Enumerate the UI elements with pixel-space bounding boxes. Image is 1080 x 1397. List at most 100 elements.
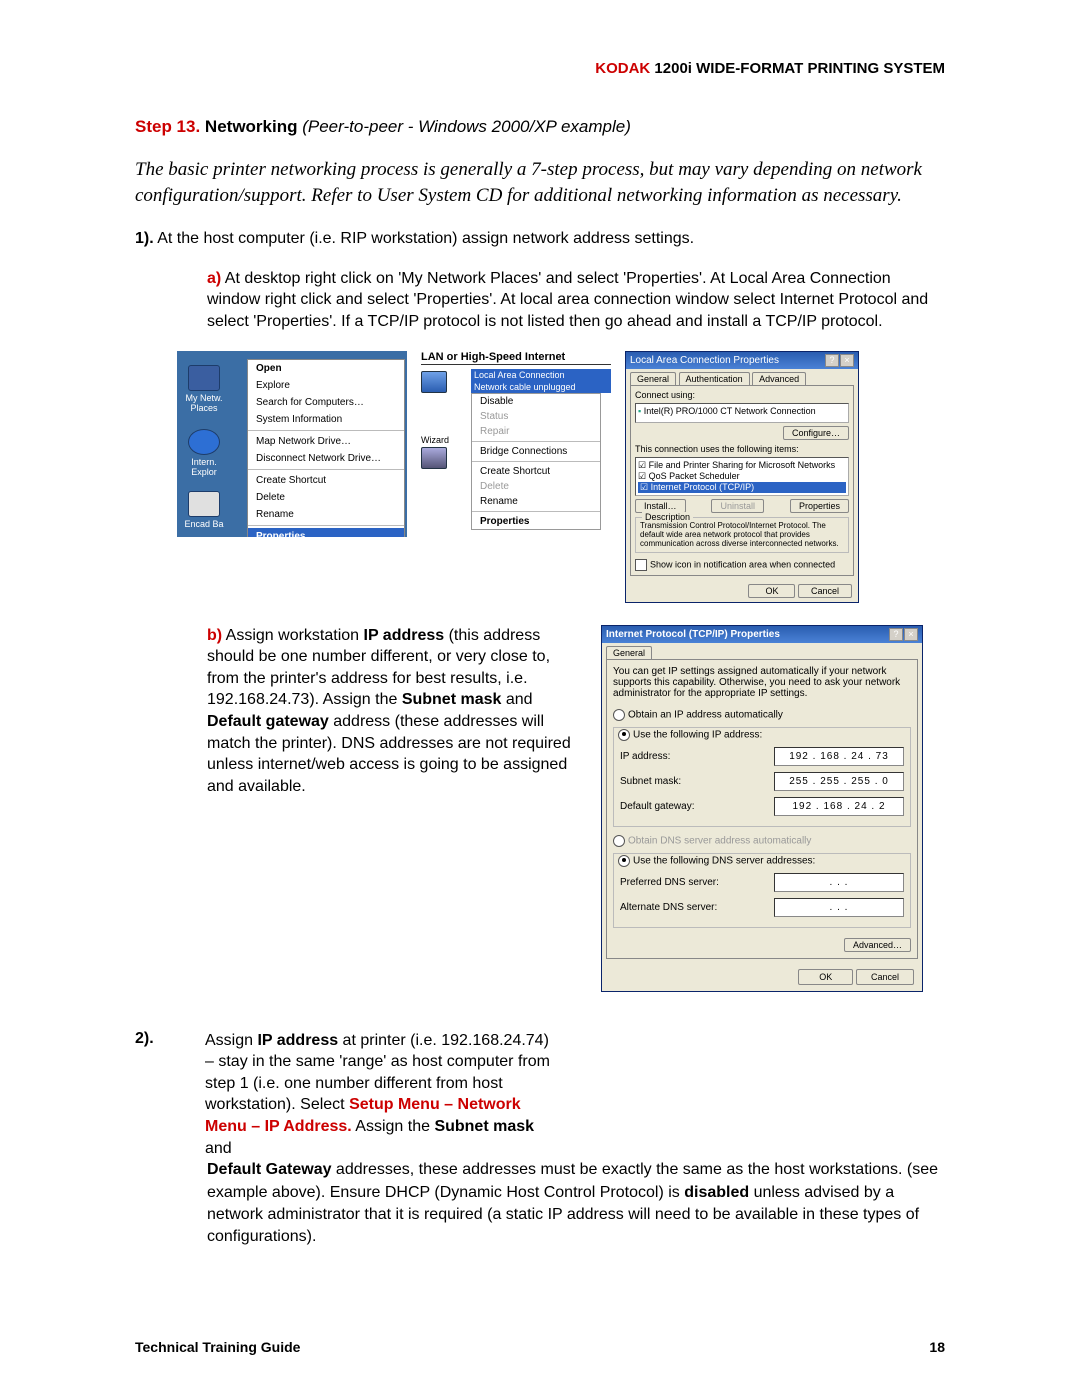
close-button[interactable]: × bbox=[904, 628, 918, 641]
radio-icon bbox=[613, 835, 625, 847]
menu-item[interactable]: Rename bbox=[472, 494, 600, 509]
menu-item[interactable]: Explore bbox=[248, 377, 404, 394]
radio-label: Use the following DNS server addresses: bbox=[633, 855, 815, 866]
show-icon-row[interactable]: Show icon in notification area when conn… bbox=[635, 559, 849, 571]
close-button[interactable]: × bbox=[840, 354, 854, 367]
menu-item[interactable]: Delete bbox=[248, 489, 404, 506]
list-item[interactable]: ☑ File and Printer Sharing for Microsoft… bbox=[638, 460, 846, 471]
subnet-input[interactable]: 255 . 255 . 255 . 0 bbox=[774, 772, 904, 791]
menu-item[interactable]: Disconnect Network Drive… bbox=[248, 450, 404, 467]
radio-icon[interactable] bbox=[613, 709, 625, 721]
uninstall-button[interactable]: Uninstall bbox=[711, 499, 764, 513]
dialog-body: Connect using: ▪ Intel(R) PRO/1000 CT Ne… bbox=[630, 385, 854, 576]
text-bold: Subnet mask bbox=[402, 691, 502, 708]
adapter-box: ▪ Intel(R) PRO/1000 CT Network Connectio… bbox=[635, 403, 849, 423]
alt-dns-label: Alternate DNS server: bbox=[620, 902, 774, 913]
step-1a-text: At desktop right click on 'My Network Pl… bbox=[207, 270, 928, 330]
menu-item[interactable]: Rename bbox=[248, 506, 404, 523]
pref-dns-input[interactable]: . . . bbox=[774, 873, 904, 892]
tab-authentication[interactable]: Authentication bbox=[679, 372, 750, 385]
step-1b: b) Assign workstation IP address (this a… bbox=[207, 625, 577, 798]
radio-auto-dns: Obtain DNS server address automatically bbox=[613, 835, 911, 847]
radio-auto-ip[interactable]: Obtain an IP address automatically bbox=[613, 709, 911, 721]
properties-button[interactable]: Properties bbox=[790, 499, 849, 513]
header-rest: 1200i WIDE-FORMAT PRINTING SYSTEM bbox=[650, 60, 945, 77]
list-item[interactable]: ☑ QoS Packet Scheduler bbox=[638, 471, 846, 482]
radio-icon[interactable] bbox=[618, 855, 630, 867]
menu-item[interactable]: Create Shortcut bbox=[248, 472, 404, 489]
gateway-label: Default gateway: bbox=[620, 801, 774, 812]
menu-item[interactable]: System Information bbox=[248, 411, 404, 428]
menu-item[interactable]: Create Shortcut bbox=[472, 464, 600, 479]
tab-advanced[interactable]: Advanced bbox=[752, 372, 806, 385]
tab-general[interactable]: General bbox=[606, 646, 652, 659]
radio-manual-dns[interactable]: Use the following DNS server addresses: bbox=[618, 855, 906, 867]
icon-label: My Netw. Places bbox=[185, 393, 222, 413]
menu-item[interactable]: Search for Computers… bbox=[248, 394, 404, 411]
internet-explorer-icon: Intern. Explor bbox=[179, 429, 229, 477]
window-buttons: ? × bbox=[825, 354, 854, 367]
menu-item[interactable]: Properties bbox=[248, 528, 404, 537]
install-button[interactable]: Install… bbox=[635, 499, 686, 513]
encad-glyph bbox=[188, 491, 220, 517]
context-menu: OpenExploreSearch for Computers…System I… bbox=[247, 359, 405, 537]
advanced-button[interactable]: Advanced… bbox=[844, 938, 911, 952]
ok-button[interactable]: OK bbox=[798, 969, 853, 985]
my-network-places-icon: My Netw. Places bbox=[179, 365, 229, 413]
connect-using-label: Connect using: bbox=[635, 390, 849, 400]
step-title-italic: (Peer-to-peer - Windows 2000/XP example) bbox=[298, 117, 631, 136]
radio-manual-ip[interactable]: Use the following IP address: bbox=[618, 729, 906, 741]
help-button[interactable]: ? bbox=[889, 628, 903, 641]
icon-label: Encad Ba bbox=[184, 519, 223, 529]
checkbox-icon[interactable] bbox=[635, 559, 647, 571]
radio-label: Obtain an IP address automatically bbox=[628, 709, 783, 720]
list-item-label: File and Printer Sharing for Microsoft N… bbox=[649, 460, 836, 470]
ip-fieldset: Use the following IP address: IP address… bbox=[613, 727, 911, 827]
adapter-name: Intel(R) PRO/1000 CT Network Connection bbox=[644, 406, 816, 416]
list-item-selected[interactable]: ☑ Internet Protocol (TCP/IP) bbox=[638, 482, 846, 493]
intro-paragraph: The basic printer networking process is … bbox=[135, 157, 945, 208]
menu-item[interactable]: Open bbox=[248, 360, 404, 377]
uses-label: This connection uses the following items… bbox=[635, 444, 849, 454]
step-1a-label: a) bbox=[207, 270, 221, 287]
help-button[interactable]: ? bbox=[825, 354, 839, 367]
ip-input[interactable]: 192 . 168 . 24 . 73 bbox=[774, 747, 904, 766]
radio-icon[interactable] bbox=[618, 729, 630, 741]
dialog-title: Internet Protocol (TCP/IP) Properties bbox=[606, 629, 780, 640]
menu-item[interactable]: Disable bbox=[472, 394, 600, 409]
dialog-body: You can get IP settings assigned automat… bbox=[606, 659, 918, 959]
menu-item[interactable]: Properties bbox=[472, 514, 600, 529]
lan-context-menu: DisableStatusRepairBridge ConnectionsCre… bbox=[471, 393, 601, 530]
description-legend: Description bbox=[642, 512, 693, 522]
dialog-titlebar: Local Area Connection Properties ? × bbox=[626, 352, 858, 369]
show-icon-label: Show icon in notification area when conn… bbox=[650, 559, 835, 569]
step-2-label: 2). bbox=[135, 1030, 165, 1048]
lan-selection-title: Local Area Connection bbox=[471, 369, 611, 381]
menu-item: Delete bbox=[472, 479, 600, 494]
menu-item[interactable]: Map Network Drive… bbox=[248, 433, 404, 450]
tab-general[interactable]: General bbox=[630, 372, 676, 385]
text: and bbox=[501, 691, 532, 708]
menu-item[interactable]: Bridge Connections bbox=[472, 444, 600, 459]
ok-button[interactable]: OK bbox=[748, 584, 795, 598]
pref-dns-label: Preferred DNS server: bbox=[620, 877, 774, 888]
step-title: Step 13. Networking (Peer-to-peer - Wind… bbox=[135, 117, 945, 137]
page-number: 18 bbox=[929, 1339, 945, 1355]
gateway-input[interactable]: 192 . 168 . 24 . 2 bbox=[774, 797, 904, 816]
dialog-title: Local Area Connection Properties bbox=[630, 355, 779, 366]
step-title-bold: Networking bbox=[200, 117, 297, 136]
window-buttons: ? × bbox=[889, 628, 918, 641]
text: Assign the bbox=[352, 1118, 435, 1135]
cancel-button[interactable]: Cancel bbox=[798, 584, 852, 598]
tabs: General Authentication Advanced bbox=[626, 369, 858, 385]
components-list: ☑ File and Printer Sharing for Microsoft… bbox=[635, 457, 849, 496]
text: Assign workstation bbox=[222, 627, 363, 644]
wizard-icon bbox=[421, 447, 447, 469]
alt-dns-input[interactable]: . . . bbox=[774, 898, 904, 917]
configure-button[interactable]: Configure… bbox=[783, 426, 849, 440]
text-bold: Default gateway bbox=[207, 713, 329, 730]
lan-selection-status: Network cable unplugged bbox=[471, 381, 611, 393]
radio-label: Obtain DNS server address automatically bbox=[628, 835, 811, 846]
cancel-button[interactable]: Cancel bbox=[856, 969, 914, 985]
list-item-label: Internet Protocol (TCP/IP) bbox=[651, 482, 755, 492]
